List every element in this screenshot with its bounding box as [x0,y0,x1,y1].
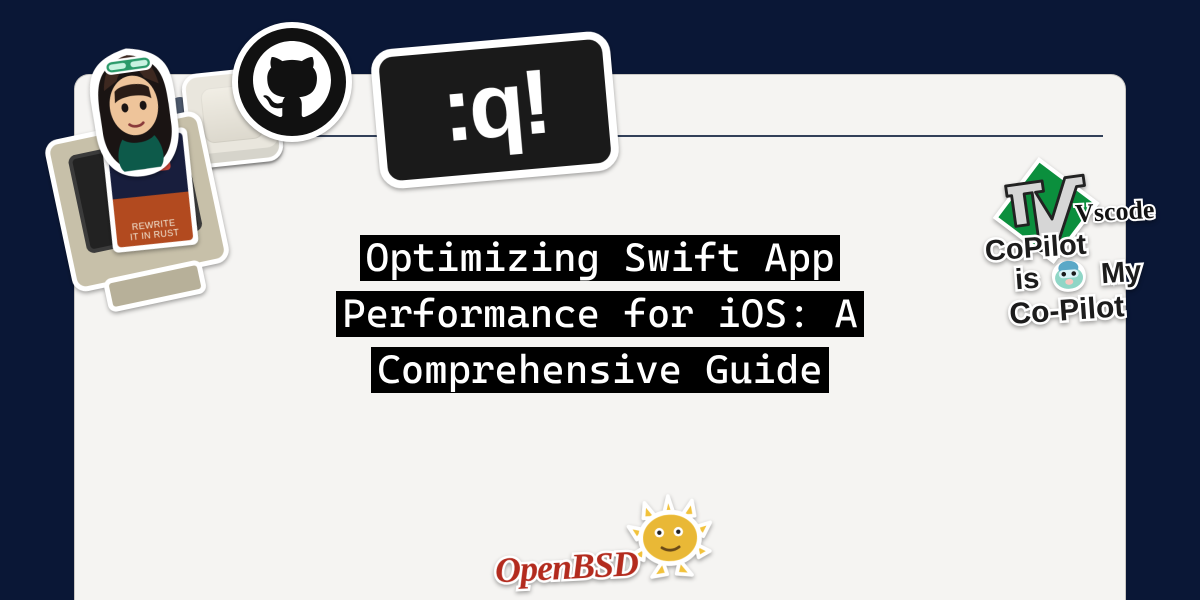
copilot-slogan: CoPilot is My Co-Pilot [984,221,1200,332]
github-icon [253,41,331,123]
copilot-line2-trailing: My [1100,256,1142,291]
vim-quit-sticker: :q! [359,19,632,201]
blog-hero-card: Optimizing Swift App Performance for iOS… [0,0,1200,600]
openbsd-label: OpenBSD [494,542,639,591]
article-title: Optimizing Swift App Performance for iOS… [336,235,864,393]
openbsd-sticker: OpenBSD [487,488,752,600]
copilot-line2-leading: is [1014,263,1040,297]
vim-quit-text: :q! [438,49,552,163]
vscode-label: Vscode [1074,195,1155,229]
avatar-girl-sticker [68,33,201,188]
github-sticker [232,22,352,142]
copilot-sticker-cluster: Vscode on} CoPilot is My [979,185,1200,355]
copilot-mascot-icon [1048,257,1090,296]
